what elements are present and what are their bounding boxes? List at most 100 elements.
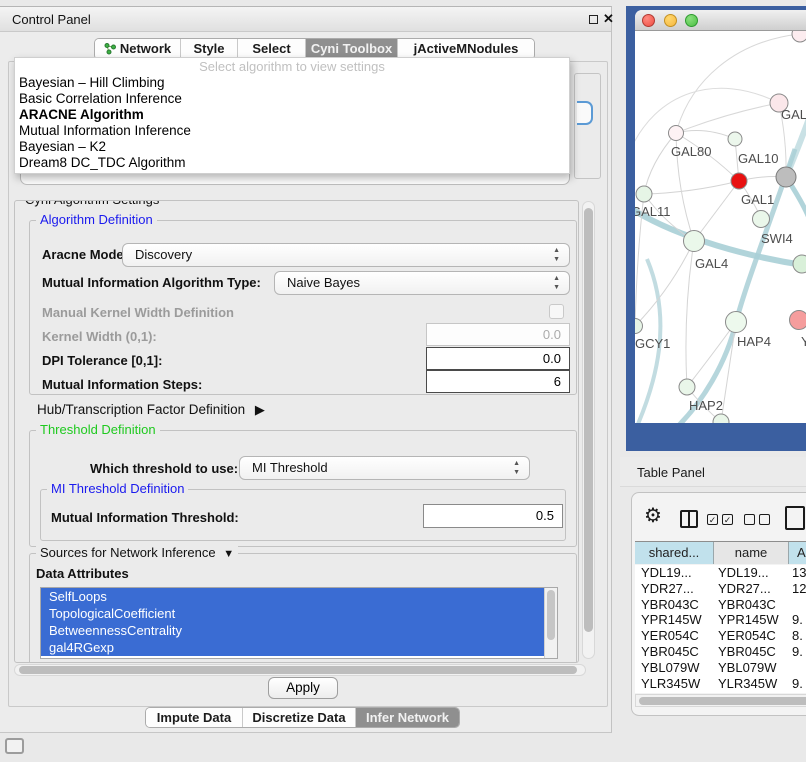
dropdown-item[interactable]: Mutual Information Inference (15, 123, 569, 139)
network-edge[interactable] (686, 241, 694, 387)
cell: 9. (789, 612, 806, 628)
unchecked-box-icon[interactable] (759, 514, 770, 525)
unchecked-box-icon[interactable] (744, 514, 755, 525)
dpi-tolerance-field[interactable]: 0.0 (426, 347, 570, 370)
column-header-name[interactable]: name (714, 542, 789, 564)
split-columns-icon[interactable] (680, 510, 698, 528)
network-edge[interactable] (635, 88, 779, 151)
tab-discretize-data[interactable]: Discretize Data (243, 708, 356, 727)
table-panel: ⚙ ✓ ✓ shared... name A YDL19...YDL19...1… (631, 492, 806, 716)
checked-box-icon[interactable]: ✓ (707, 514, 718, 525)
close-icon[interactable]: ✕ (603, 11, 614, 27)
node-gcy1[interactable] (635, 319, 643, 334)
window-zoom-icon[interactable] (685, 14, 698, 27)
combo-stepper-icon: ▲▼ (553, 246, 560, 264)
list-item-selected[interactable]: gal4RGexp (41, 639, 544, 656)
dropdown-item[interactable]: Basic Correlation Inference (15, 91, 569, 107)
dropdown-item[interactable]: Bayesian – K2 (15, 139, 569, 155)
network-edge[interactable] (644, 181, 739, 194)
dropdown-item[interactable]: Bayesian – Hill Climbing (15, 75, 569, 91)
list-item-selected[interactable]: SelfLoops (41, 588, 544, 605)
tab-impute-data[interactable]: Impute Data (146, 708, 243, 727)
node-gal1-red[interactable] (731, 173, 747, 189)
manual-kernel-checkbox[interactable] (549, 304, 564, 319)
table-row[interactable]: YDL19...YDL19...13 (635, 565, 806, 581)
node[interactable] (793, 255, 806, 273)
document-icon[interactable] (785, 506, 805, 530)
node-gal4[interactable] (684, 231, 705, 252)
node-swi4[interactable] (753, 211, 770, 228)
node-hap4[interactable] (726, 312, 747, 333)
window-minimize-icon[interactable] (664, 14, 677, 27)
scrollbar-thumb[interactable] (19, 666, 577, 674)
window-close-icon[interactable] (642, 14, 655, 27)
data-attributes-list[interactable]: SelfLoops TopologicalCoefficient Between… (40, 587, 558, 659)
network-edge[interactable] (676, 103, 779, 133)
tab-style-label: Style (193, 41, 224, 56)
tab-jactivemnodules[interactable]: jActiveMNodules (398, 39, 534, 59)
column-header-shared-name[interactable]: shared... (635, 542, 714, 564)
tab-network[interactable]: Network (95, 39, 181, 59)
dropdown-item-highlighted[interactable]: ARACNE Algorithm (15, 107, 569, 123)
panel-dock-icon[interactable] (5, 738, 24, 754)
node-label: GAL (781, 107, 806, 122)
which-threshold-combo[interactable]: MI Threshold ▲▼ (239, 456, 530, 480)
tab-style[interactable]: Style (181, 39, 238, 59)
settings-horizontal-scrollbar[interactable] (14, 664, 586, 676)
mi-steps-field[interactable]: 6 (426, 370, 570, 393)
tab-infer-network[interactable]: Infer Network (356, 708, 459, 727)
mi-threshold-field[interactable]: 0.5 (423, 504, 563, 528)
node-hap2[interactable] (679, 379, 695, 395)
table-row[interactable]: YDR27...YDR27...12 (635, 581, 806, 597)
tab-cyni-toolbox-label: Cyni Toolbox (311, 41, 392, 56)
sources-group-title[interactable]: Sources for Network Inference ▼ (36, 545, 238, 560)
network-edge[interactable] (676, 131, 735, 139)
checked-box-icon[interactable]: ✓ (722, 514, 733, 525)
table-row[interactable]: YBL079WYBL079W (635, 660, 806, 676)
column-header-partial[interactable]: A (789, 542, 806, 564)
settings-vertical-scrollbar[interactable] (582, 201, 595, 659)
network-edge[interactable] (635, 241, 694, 326)
table-row[interactable]: YER054CYER054C8. (635, 628, 806, 644)
list-item-selected[interactable]: BetweennessCentrality (41, 622, 544, 639)
table-row[interactable]: YPR145WYPR145W9. (635, 612, 806, 628)
data-attributes-label: Data Attributes (36, 566, 129, 581)
mi-type-combo[interactable]: Naive Bayes ▲▼ (274, 271, 570, 295)
table-row[interactable]: YIL053CYIL053C0. (635, 691, 806, 693)
dropdown-item[interactable]: Dream8 DC_TDC Algorithm (15, 155, 569, 171)
node-gal80[interactable] (669, 126, 684, 141)
scrollbar-thumb[interactable] (584, 208, 593, 632)
table-row[interactable]: YLR345WYLR345W9. (635, 676, 806, 692)
network-canvas[interactable]: GAL GAL80 GAL10 GAL1 GAL11 SWI4 GAL4 GCY… (635, 31, 806, 423)
apply-button[interactable]: Apply (268, 677, 338, 699)
network-edge[interactable] (694, 181, 739, 241)
scrollbar-thumb[interactable] (639, 697, 806, 705)
float-panel-icon[interactable] (589, 15, 598, 24)
node-gal10[interactable] (728, 132, 742, 146)
which-threshold-label: Which threshold to use: (90, 461, 238, 476)
kernel-width-field[interactable]: 0.0 (426, 323, 570, 346)
node-gray[interactable] (776, 167, 796, 187)
network-edge[interactable] (773, 409, 806, 423)
hub-definition-toggle[interactable]: Hub/Transcription Factor Definition ▶ (37, 402, 265, 418)
aracne-mode-combo[interactable]: Discovery ▲▼ (122, 243, 570, 267)
tab-cyni-toolbox[interactable]: Cyni Toolbox (306, 39, 398, 59)
table-row[interactable]: YBR043CYBR043C (635, 597, 806, 613)
obscured-groupbox (574, 73, 601, 179)
node-salmon[interactable] (790, 311, 806, 330)
table-horizontal-scrollbar[interactable] (635, 694, 806, 707)
chevron-right-icon: ▶ (255, 402, 265, 417)
scrollbar-thumb[interactable] (547, 590, 555, 640)
network-edge[interactable] (721, 322, 736, 422)
network-edge[interactable] (644, 133, 676, 194)
node[interactable] (792, 31, 806, 42)
node[interactable] (713, 414, 729, 423)
node-label: GCY1 (635, 336, 670, 351)
list-scrollbar[interactable] (544, 588, 557, 658)
network-window-titlebar[interactable] (635, 10, 806, 31)
list-item-selected[interactable]: TopologicalCoefficient (41, 605, 544, 622)
tab-select[interactable]: Select (238, 39, 306, 59)
node-gal11[interactable] (636, 186, 652, 202)
gear-icon[interactable]: ⚙ (644, 503, 662, 528)
table-row[interactable]: YBR045CYBR045C9. (635, 644, 806, 660)
